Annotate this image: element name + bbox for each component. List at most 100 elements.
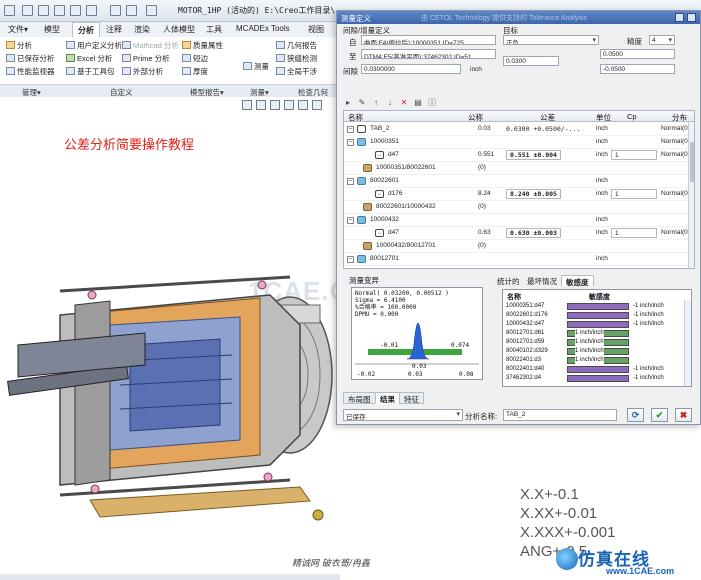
tab-render[interactable]: 渲染 (134, 24, 150, 35)
tab-statistical[interactable]: 统计的 (493, 275, 524, 286)
sensitivity-row[interactable]: 10000432:d47 -1 inch/inch (503, 321, 683, 328)
mathcad-button[interactable]: Mathcad 分析 (122, 40, 179, 51)
group-manage[interactable]: 管理▾ (22, 87, 41, 98)
redo-icon[interactable] (86, 5, 97, 16)
sensitivity-row[interactable]: 80012701:d59 1 inch/inch (503, 339, 683, 346)
sensitivity-row[interactable]: 80040102:d329 1 inch/inch (503, 348, 683, 355)
col-cp[interactable]: Cp (627, 111, 637, 122)
tree-toggle-icon[interactable]: – (347, 217, 354, 224)
gap-value-field[interactable]: 0.0300000 (361, 64, 461, 74)
prime-button[interactable]: Prime 分析 (122, 53, 170, 64)
edit-icon[interactable]: ✎ (357, 98, 367, 108)
group-measure[interactable]: 测量▾ (250, 87, 269, 98)
tab-file[interactable]: 文件▾ (8, 24, 28, 35)
mass-properties-button[interactable]: 质量属性 (182, 40, 223, 51)
sensitivity-row[interactable]: 80022401:d3 1 inch/inch (503, 357, 683, 364)
table-row[interactable]: ↔ d47 0.551 0.551 ±0.004 inch 1 Normal(0.00 (344, 149, 694, 162)
excel-analysis-button[interactable]: Excel 分析 (66, 53, 112, 64)
tab-model[interactable]: 模型 (44, 24, 60, 35)
help-icon[interactable] (675, 13, 684, 22)
col-unit[interactable]: 单位 (596, 111, 611, 122)
global-interference-button[interactable]: 全局干涉 (276, 66, 317, 77)
tab-sensitivity[interactable]: 敏感度 (561, 275, 594, 287)
repaint-icon[interactable] (284, 100, 294, 110)
display-style-icon[interactable] (298, 100, 308, 110)
row-tolerance[interactable]: 8.240 ±0.005 (506, 189, 561, 199)
col-name[interactable]: 名称 (348, 111, 363, 122)
table-icon[interactable]: ▤ (413, 98, 423, 108)
table-row[interactable]: 10000432/80012701 (0) (344, 240, 688, 253)
saved-views-icon[interactable] (312, 100, 322, 110)
toolkit-button[interactable]: 基于工具包 (66, 66, 115, 77)
tab-layout[interactable]: 布局图 (343, 392, 376, 404)
group-model-report[interactable]: 模型报告▾ (190, 87, 224, 98)
table-row[interactable]: – 80022601 inch (344, 175, 688, 188)
row-tolerance[interactable]: 0.630 ±0.003 (506, 228, 561, 238)
undo-icon[interactable] (70, 5, 81, 16)
row-cp[interactable]: 1 (611, 228, 657, 238)
new-file-icon[interactable] (22, 5, 33, 16)
from-reference-field[interactable]: 曲面:F4(偏位后):10000351 ID=725 (361, 35, 496, 45)
table-row[interactable]: – 10000432 inch (344, 214, 688, 227)
measure-button[interactable]: 测量 (243, 61, 269, 72)
saved-analysis-button[interactable]: 已保存分析 (6, 53, 55, 64)
tree-toggle-icon[interactable]: – (347, 139, 354, 146)
tab-tools[interactable]: 工具 (206, 24, 222, 35)
table-row[interactable]: 80022601/10000432 (0) (344, 201, 688, 214)
group-inspect-geometry[interactable]: 检查几何 (298, 87, 328, 98)
row-tolerance[interactable]: 0.551 ±0.004 (506, 150, 561, 160)
short-edge-button[interactable]: 短边 (182, 53, 208, 64)
geometry-report-button[interactable]: 几何报告 (276, 40, 317, 51)
sensitivity-row[interactable]: 37462302:d4 -1 inch/inch (503, 375, 683, 382)
performance-monitor-button[interactable]: 性能监视器 (6, 66, 55, 77)
precision-select[interactable]: 4 (649, 35, 675, 45)
target-type-select[interactable]: 正负 (503, 35, 599, 45)
external-analysis-button[interactable]: 外部分析 (122, 66, 163, 77)
table-row[interactable]: – 80012701 inch (344, 253, 688, 266)
move-up-icon[interactable]: ↑ (371, 98, 381, 108)
tab-worst-case[interactable]: 最坏情况 (523, 275, 561, 286)
sensitivity-row[interactable]: 80022401:d40 -1 inch/inch (503, 366, 683, 373)
regenerate-button[interactable]: ⟳ (627, 408, 644, 422)
close-window-icon[interactable] (146, 5, 157, 16)
brand-url[interactable]: www.1CAE.com (606, 566, 674, 576)
col-distribution[interactable]: 分布 (672, 111, 687, 122)
user-analysis-button[interactable]: 用户定义分析 (66, 40, 122, 51)
tab-feature[interactable]: 特征 (399, 392, 424, 404)
row-cp[interactable]: 1 (611, 189, 657, 199)
sensitivity-row[interactable]: 10000351:d47 -1 inch/inch (503, 303, 683, 310)
move-down-icon[interactable]: ↓ (385, 98, 395, 108)
regenerate-icon[interactable] (110, 5, 121, 16)
refit-icon[interactable] (270, 100, 280, 110)
open-file-icon[interactable] (38, 5, 49, 16)
sensitivity-row[interactable]: 80012701:d61 1 inch/inch (503, 330, 683, 337)
to-reference-field[interactable]: DTM4:F5(基准平面):37462302 ID=51 (361, 49, 496, 59)
tab-analysis[interactable]: 分析 (72, 22, 100, 37)
close-icon[interactable] (687, 13, 696, 22)
target-lower-field[interactable]: -0.0500 (600, 64, 675, 74)
slot-check-button[interactable]: 狭缝检测 (276, 53, 317, 64)
window-icon[interactable] (126, 5, 137, 16)
analysis-button[interactable]: 分析 (6, 40, 32, 51)
ok-button[interactable]: ✔ (651, 408, 668, 422)
zoom-in-icon[interactable] (242, 100, 252, 110)
col-tolerance[interactable]: 公差 (540, 111, 555, 122)
table-scrollbar[interactable] (688, 122, 694, 268)
sensitivity-row[interactable]: 80022601:d176 -1 inch/inch (503, 312, 683, 319)
table-row[interactable]: – TAB_2 0.03 0.0300 +0.0500/-... inch Normal(… (344, 123, 693, 136)
tree-toggle-icon[interactable]: – (347, 256, 354, 263)
table-row[interactable]: ↔ d47 0.63 0.630 ±0.003 inch 1 Normal(0.00 (344, 227, 694, 240)
save-icon[interactable] (54, 5, 65, 16)
saved-state-select[interactable]: 已保存 (343, 409, 463, 421)
tree-toggle-icon[interactable]: – (347, 126, 354, 133)
tree-toggle-icon[interactable]: – (347, 178, 354, 185)
new-measure-icon[interactable]: ▸ (343, 98, 353, 108)
sensitivity-scrollbar[interactable] (684, 300, 691, 386)
target-nominal-field[interactable]: 0.0300 (503, 56, 559, 66)
table-row[interactable]: 10000351/80022601 (0) (344, 162, 688, 175)
tab-manikin[interactable]: 人体模型 (163, 24, 195, 35)
col-nominal[interactable]: 公称 (468, 111, 483, 122)
thickness-button[interactable]: 厚度 (182, 66, 208, 77)
motor-3d-model[interactable] (0, 265, 345, 565)
tab-view[interactable]: 视图 (308, 24, 324, 35)
